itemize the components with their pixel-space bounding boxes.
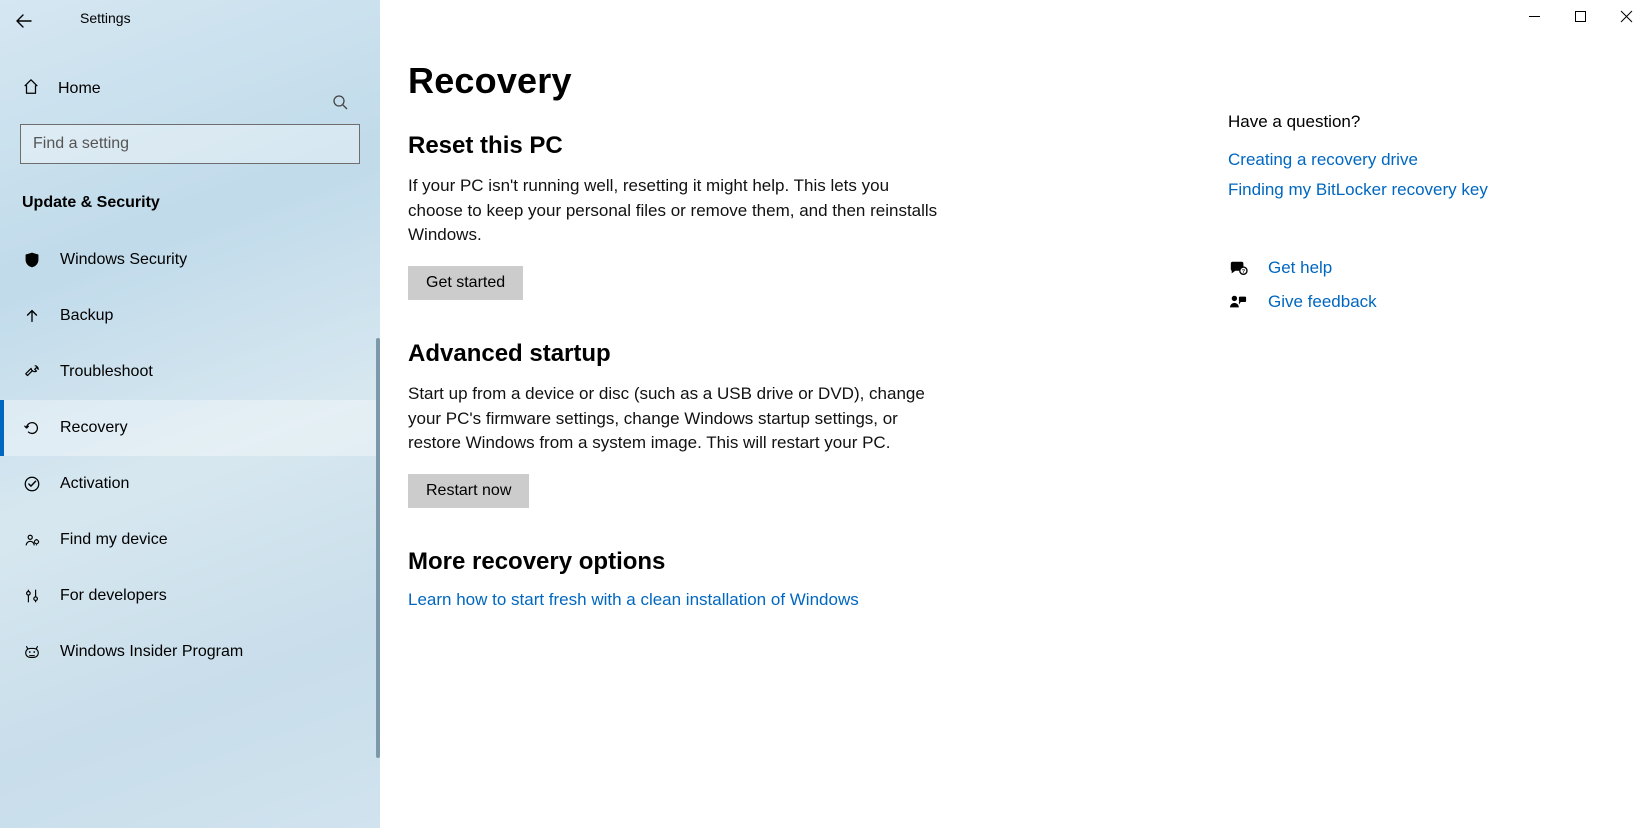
check-circle-icon <box>22 475 42 493</box>
section-heading: More recovery options <box>408 548 1228 576</box>
sidebar-item-label: Recovery <box>60 419 128 437</box>
sidebar-item-recovery[interactable]: Recovery <box>0 400 380 456</box>
sidebar-item-label: Backup <box>60 307 113 325</box>
help-pane: Have a question? Creating a recovery dri… <box>1228 56 1558 828</box>
minimize-icon <box>1529 11 1540 22</box>
chat-help-icon: ? <box>1228 259 1248 277</box>
sidebar-item-windows-insider[interactable]: Windows Insider Program <box>0 624 380 680</box>
give-feedback-link[interactable]: Give feedback <box>1268 292 1377 312</box>
sidebar-item-label: Find my device <box>60 531 168 549</box>
home-icon <box>22 78 40 100</box>
feedback-icon <box>1228 293 1248 311</box>
location-person-icon <box>22 531 42 549</box>
help-heading: Have a question? <box>1228 112 1548 132</box>
sidebar-item-troubleshoot[interactable]: Troubleshoot <box>0 344 380 400</box>
sidebar-scrollbar[interactable] <box>374 338 380 828</box>
sidebar-item-label: Windows Security <box>60 251 187 269</box>
close-icon <box>1621 11 1632 22</box>
main-content: Recovery Reset this PC If your PC isn't … <box>380 0 1649 828</box>
back-button[interactable] <box>0 0 48 42</box>
restart-now-button[interactable]: Restart now <box>408 474 529 508</box>
sidebar-section-title: Update & Security <box>0 170 380 222</box>
maximize-icon <box>1575 11 1586 22</box>
sidebar-item-activation[interactable]: Activation <box>0 456 380 512</box>
close-button[interactable] <box>1603 0 1649 32</box>
section-more-recovery: More recovery options Learn how to start… <box>408 548 1228 610</box>
app-title: Settings <box>80 10 131 26</box>
sidebar-item-label: Troubleshoot <box>60 363 153 381</box>
sidebar-nav: Windows Security Backup Troubleshoot <box>0 232 380 680</box>
search-input[interactable] <box>20 124 360 164</box>
section-heading: Advanced startup <box>408 340 1228 368</box>
sidebar: Home Update & Security Windows Security <box>0 0 380 828</box>
sidebar-item-for-developers[interactable]: For developers <box>0 568 380 624</box>
section-advanced-startup: Advanced startup Start up from a device … <box>408 340 1228 508</box>
insider-icon <box>22 643 42 661</box>
section-body: If your PC isn't running well, resetting… <box>408 174 938 248</box>
sidebar-item-label: For developers <box>60 587 167 605</box>
window-controls <box>1511 0 1649 32</box>
sidebar-item-find-my-device[interactable]: Find my device <box>0 512 380 568</box>
arrow-up-icon <box>22 307 42 325</box>
section-heading: Reset this PC <box>408 132 1228 160</box>
sliders-icon <box>22 587 42 605</box>
back-arrow-icon <box>16 13 32 29</box>
sidebar-item-windows-security[interactable]: Windows Security <box>0 232 380 288</box>
sidebar-item-backup[interactable]: Backup <box>0 288 380 344</box>
settings-window: Settings Home <box>0 0 1649 828</box>
maximize-button[interactable] <box>1557 0 1603 32</box>
title-bar: Settings <box>0 0 1649 42</box>
get-help-link[interactable]: Get help <box>1268 258 1332 278</box>
section-body: Start up from a device or disc (such as … <box>408 382 938 456</box>
give-feedback-row[interactable]: Give feedback <box>1228 292 1548 312</box>
help-link-bitlocker-key[interactable]: Finding my BitLocker recovery key <box>1228 180 1548 200</box>
sidebar-home-label: Home <box>58 80 101 98</box>
get-started-button[interactable]: Get started <box>408 266 523 300</box>
shield-icon <box>22 251 42 269</box>
sidebar-home[interactable]: Home <box>0 64 380 114</box>
minimize-button[interactable] <box>1511 0 1557 32</box>
start-fresh-link[interactable]: Learn how to start fresh with a clean in… <box>408 590 859 609</box>
wrench-icon <box>22 363 42 381</box>
svg-text:?: ? <box>1242 269 1245 275</box>
get-help-row[interactable]: ? Get help <box>1228 258 1548 278</box>
section-reset-pc: Reset this PC If your PC isn't running w… <box>408 132 1228 300</box>
content-column: Recovery Reset this PC If your PC isn't … <box>408 56 1228 828</box>
sidebar-item-label: Windows Insider Program <box>60 643 243 661</box>
help-link-recovery-drive[interactable]: Creating a recovery drive <box>1228 150 1548 170</box>
recovery-icon <box>22 419 42 437</box>
page-title: Recovery <box>408 60 1228 102</box>
sidebar-scrollbar-thumb[interactable] <box>376 338 380 758</box>
sidebar-item-label: Activation <box>60 475 129 493</box>
search-wrap <box>0 114 380 170</box>
